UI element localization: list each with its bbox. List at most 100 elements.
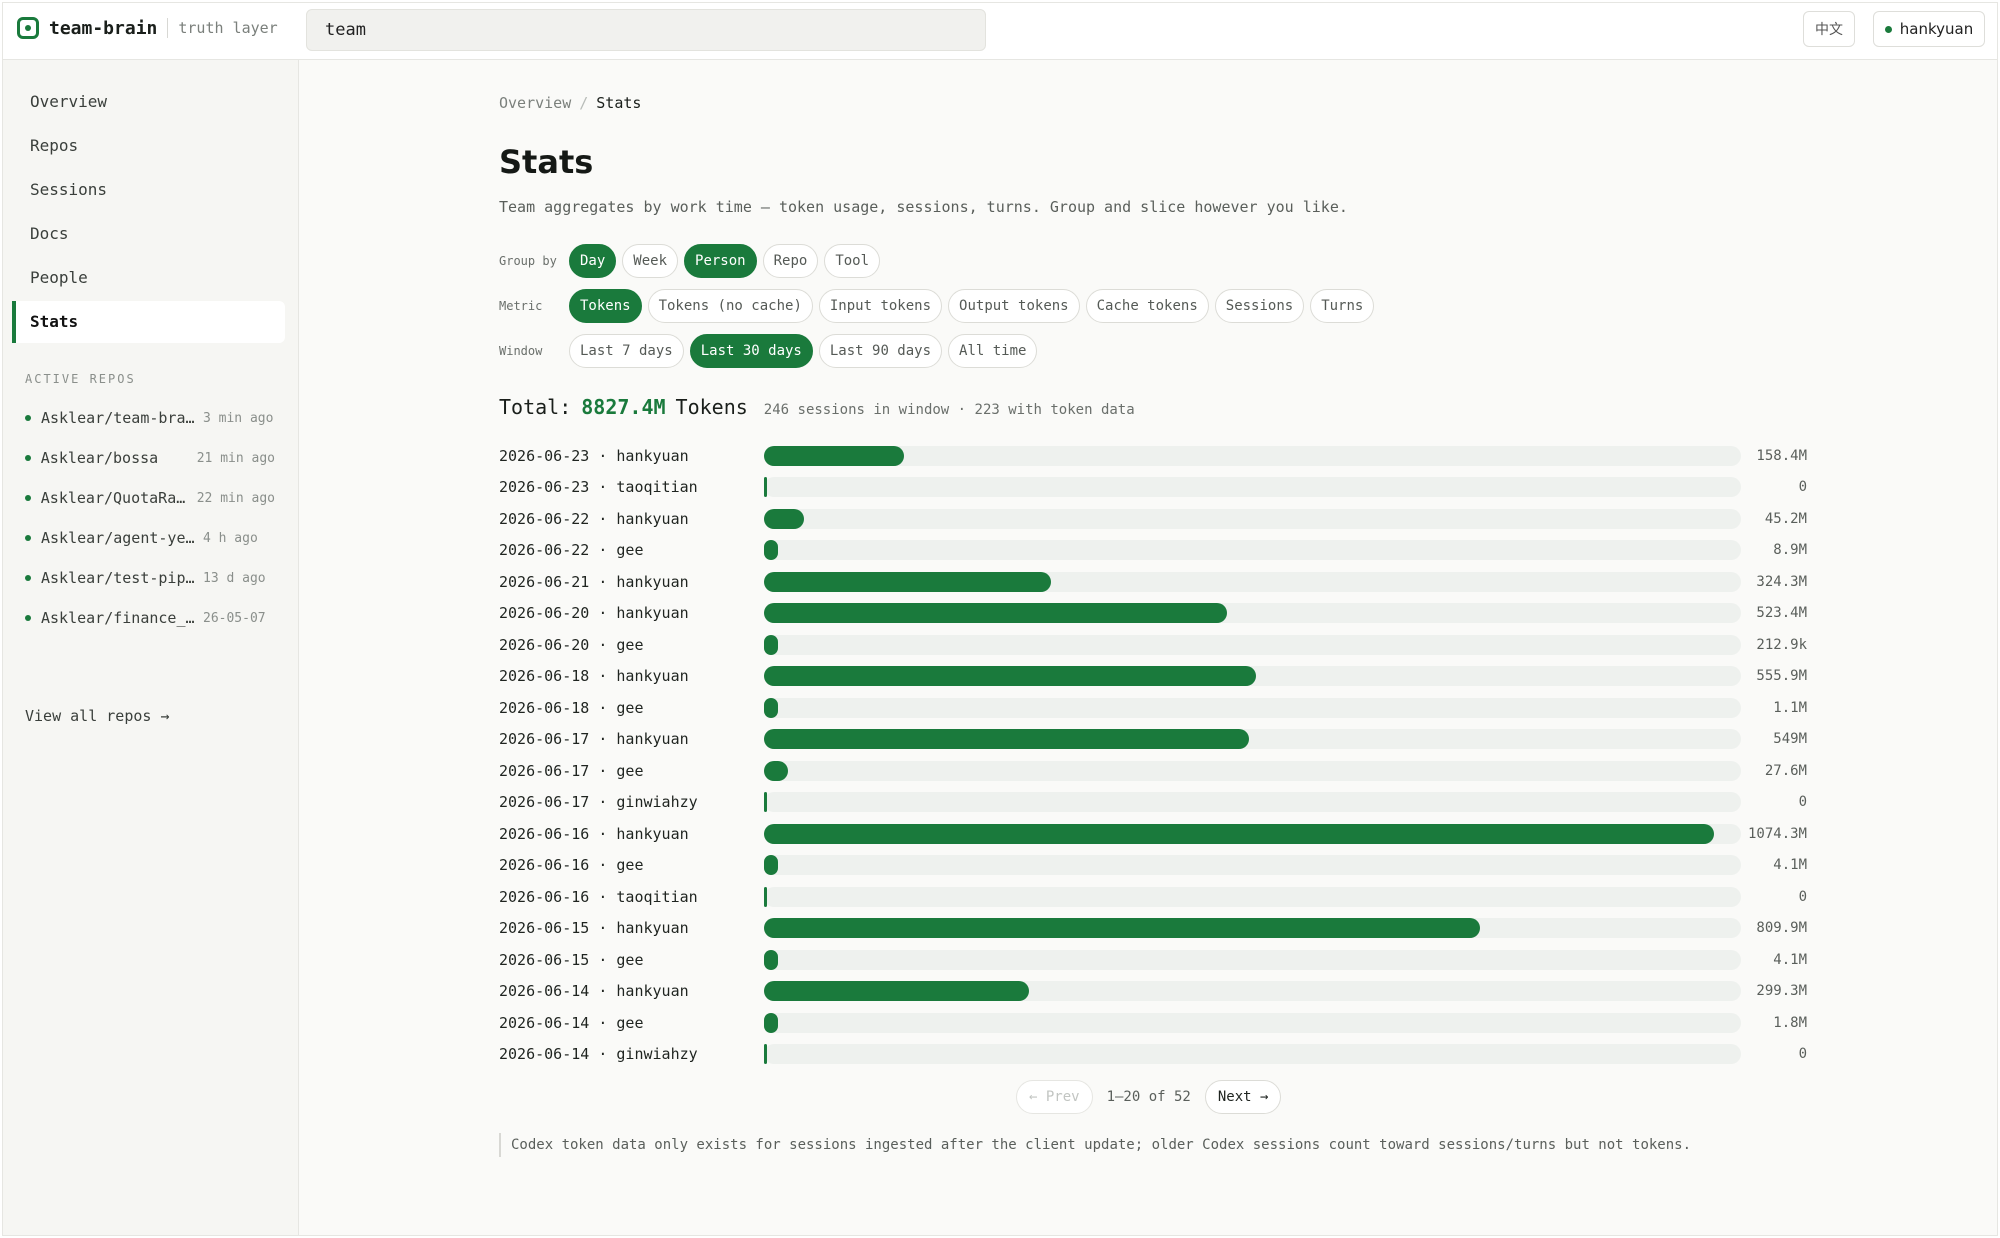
window-filter: Window Last 7 days Last 30 days Last 90 da…: [499, 334, 1043, 368]
metric-chip-tokens-no-cache[interactable]: Tokens (no cache): [647, 289, 813, 323]
bar-value-label: 324.3M: [1756, 573, 1807, 590]
repo-link[interactable]: Asklear/finance_tools 26-05-07: [25, 607, 275, 629]
active-dot-icon: [25, 455, 31, 461]
bar-value-label: 8.9M: [1773, 542, 1807, 559]
bar-track: [764, 508, 1741, 529]
active-dot-icon: [25, 615, 31, 621]
bar-label: 2026-06-16 · gee: [499, 856, 644, 875]
sidebar-item-sessions[interactable]: Sessions: [12, 169, 285, 211]
repo-link[interactable]: Asklear/QuotaRadar 22 min ago: [25, 487, 275, 509]
sidebar-item-repos[interactable]: Repos: [12, 125, 285, 167]
bar-track: [764, 855, 1741, 876]
group-by-chip-tool[interactable]: Tool: [824, 244, 881, 278]
view-all-repos-link[interactable]: View all repos →: [25, 707, 170, 725]
chart-row: 2026-06-17 · hankyuan 549M: [499, 724, 1809, 756]
bar-label: 2026-06-21 · hankyuan: [499, 572, 689, 591]
bar-track: [764, 792, 1741, 813]
bar: [764, 1012, 778, 1033]
bar: [764, 571, 1051, 592]
group-by-chip-week[interactable]: Week: [622, 244, 679, 278]
bar: [764, 540, 778, 561]
bar-value-label: 1074.3M: [1747, 825, 1807, 842]
window-chip-last-90-days[interactable]: Last 90 days: [818, 334, 943, 368]
sidebar-item-docs[interactable]: Docs: [12, 213, 285, 255]
bar-label: 2026-06-16 · hankyuan: [499, 824, 689, 843]
repo-time: 22 min ago: [196, 490, 275, 506]
metric-chip-cache-tokens[interactable]: Cache tokens: [1085, 289, 1209, 323]
chart-row: 2026-06-21 · hankyuan 324.3M: [499, 566, 1809, 598]
chart-row: 2026-06-17 · ginwiahzy 0: [499, 787, 1809, 819]
brand-name: team-brain: [49, 17, 158, 39]
chart-row: 2026-06-22 · gee 8.9M: [499, 535, 1809, 567]
page-info: 1–20 of 52: [1106, 1089, 1191, 1105]
language-toggle-button[interactable]: 中文: [1803, 11, 1855, 47]
bar-value-label: 4.1M: [1773, 951, 1807, 968]
metric-chip-sessions[interactable]: Sessions: [1214, 289, 1305, 323]
brand[interactable]: team-brain truth layer: [17, 17, 278, 39]
prev-page-button[interactable]: ← Prev: [1016, 1080, 1093, 1114]
total-meta: 246 sessions in window · 223 with token …: [763, 402, 1135, 418]
repo-link[interactable]: Asklear/test-pipeline 13 d ago: [25, 567, 275, 589]
repo-link[interactable]: Asklear/bossa 21 min ago: [25, 447, 275, 469]
bar: [764, 634, 778, 655]
sidebar-item-people[interactable]: People: [12, 257, 285, 299]
breadcrumb: Overview / Stats: [499, 94, 641, 112]
metric-chip-output-tokens[interactable]: Output tokens: [948, 289, 1080, 323]
chart-row: 2026-06-16 · taoqitian 0: [499, 881, 1809, 913]
bar-value-label: 27.6M: [1764, 762, 1807, 779]
repo-name: Asklear/finance_tools: [41, 609, 197, 627]
chart-row: 2026-06-14 · hankyuan 299.3M: [499, 976, 1809, 1008]
bar: [764, 477, 767, 498]
chart-row: 2026-06-18 · gee 1.1M: [499, 692, 1809, 724]
sidebar-item-overview[interactable]: Overview: [12, 81, 285, 123]
bar-value-label: 0: [1798, 794, 1807, 811]
bar-value-label: 212.9k: [1756, 636, 1807, 653]
bar-track: [764, 918, 1741, 939]
sidebar-item-stats[interactable]: Stats: [12, 301, 285, 343]
repo-link[interactable]: Asklear/agent-yedo 4 h ago: [25, 527, 275, 549]
bar-value-label: 549M: [1773, 731, 1807, 748]
bar-track: [764, 1012, 1741, 1033]
bar-track: [764, 981, 1741, 1002]
breadcrumb-overview-link[interactable]: Overview: [499, 94, 571, 112]
metric-chip-input-tokens[interactable]: Input tokens: [818, 289, 943, 323]
online-status-icon: [1884, 25, 1892, 33]
repo-time: 4 h ago: [203, 530, 258, 546]
group-by-chip-repo[interactable]: Repo: [762, 244, 819, 278]
bar-label: 2026-06-20 · gee: [499, 635, 644, 654]
chart-row: 2026-06-15 · hankyuan 809.9M: [499, 913, 1809, 945]
active-dot-icon: [25, 575, 31, 581]
page-description: Team aggregates by work time — token usa…: [499, 198, 1348, 216]
top-bar: team-brain truth layer 中文 hankyuan: [3, 3, 1997, 60]
repo-time: 3 min ago: [203, 410, 274, 426]
bar-track: [764, 823, 1741, 844]
bar-value-label: 0: [1798, 888, 1807, 905]
bar-value-label: 1.8M: [1773, 1014, 1807, 1031]
search-input[interactable]: [306, 9, 986, 51]
next-page-button[interactable]: Next →: [1204, 1080, 1282, 1114]
bar-value-label: 4.1M: [1773, 857, 1807, 874]
user-menu-button[interactable]: hankyuan: [1873, 11, 1985, 47]
repo-link[interactable]: Asklear/team-brain 3 min ago: [25, 407, 275, 429]
window-chip-last-30-days[interactable]: Last 30 days: [689, 334, 813, 368]
app-window: team-brain truth layer 中文 hankyuan Overv…: [2, 2, 1998, 1236]
bar-track: [764, 540, 1741, 561]
bar-track: [764, 477, 1741, 498]
bar-label: 2026-06-15 · gee: [499, 950, 644, 969]
bar: [764, 666, 1256, 687]
bar: [764, 949, 778, 970]
breadcrumb-separator: /: [579, 94, 589, 112]
window-chip-last-7-days[interactable]: Last 7 days: [569, 334, 684, 368]
bar-label: 2026-06-15 · hankyuan: [499, 919, 689, 938]
sidebar: Overview Repos Sessions Docs People Stat…: [3, 60, 299, 1235]
bar: [764, 918, 1481, 939]
metric-chip-turns[interactable]: Turns: [1310, 289, 1375, 323]
breadcrumb-current: Stats: [596, 94, 642, 112]
group-by-chip-day[interactable]: Day: [569, 244, 617, 278]
chart-row: 2026-06-15 · gee 4.1M: [499, 944, 1809, 976]
chart-row: 2026-06-16 · hankyuan 1074.3M: [499, 818, 1809, 850]
group-by-chip-person[interactable]: Person: [684, 244, 757, 278]
window-chip-all-time[interactable]: All time: [948, 334, 1038, 368]
logo-icon: [17, 17, 39, 39]
metric-chip-tokens[interactable]: Tokens: [569, 289, 642, 323]
